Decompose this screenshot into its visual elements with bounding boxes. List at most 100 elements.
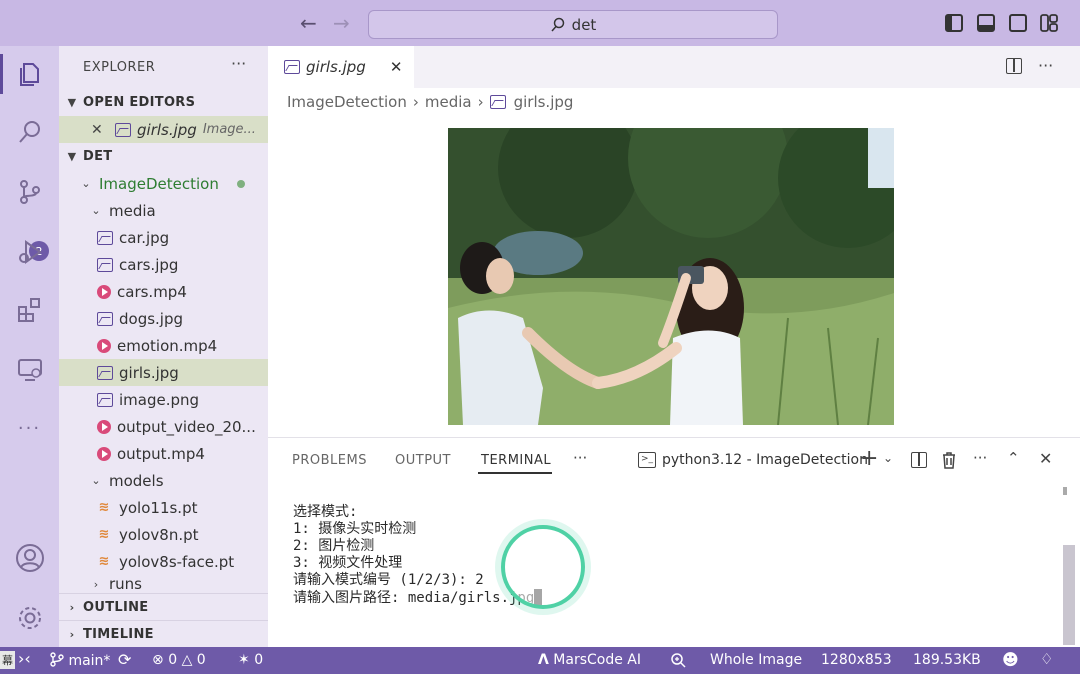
file-car-jpg[interactable]: car.jpg [59,224,268,251]
tab-girls-jpg[interactable]: girls.jpg ✕ [268,46,414,88]
zoom-icon[interactable] [670,652,686,669]
branch-item[interactable]: main* [50,652,110,669]
toggle-panel-icon[interactable] [977,14,995,32]
split-editor-icon[interactable] [1006,58,1022,74]
tab-problems[interactable]: PROBLEMS [292,453,367,468]
terminal-scrollbar[interactable] [1063,545,1075,645]
image-file-icon [115,122,131,137]
panel-more-icon[interactable]: ··· [573,449,587,467]
terminal-more-icon[interactable]: ··· [973,449,987,467]
file-dogs-jpg[interactable]: dogs.jpg [59,305,268,332]
terminal-input-line: 请输入图片路径: media/girls.jpg [293,589,543,607]
warning-icon: △ [181,652,193,668]
new-terminal-icon[interactable]: + [860,446,878,471]
view-mode[interactable]: Whole Image [710,652,802,668]
file-image-png[interactable]: image.png [59,386,268,413]
folder-imagedetection[interactable]: ⌄ ImageDetection [59,170,268,197]
tab-output[interactable]: OUTPUT [395,453,451,468]
forward-arrow-icon[interactable]: → [333,12,350,34]
video-file-icon [97,338,111,353]
modified-dot [237,179,245,188]
image-file-icon [489,95,506,109]
model-file-icon: ≋ [98,554,110,569]
maximize-panel-icon[interactable]: ⌃ [1007,449,1020,467]
breadcrumb-file[interactable]: girls.jpg [514,93,574,111]
close-panel-icon[interactable]: ✕ [1039,449,1052,468]
file-yolo11s[interactable]: ≋ yolo11s.pt [59,494,268,521]
click-indicator [501,525,585,609]
outline-header[interactable]: › OUTLINE [59,593,268,620]
toggle-secondary-sidebar-icon[interactable] [1009,14,1027,32]
more-views-icon[interactable]: ··· [0,406,59,450]
open-editor-girls[interactable]: ✕ girls.jpg Image... [59,116,268,143]
timeline-header[interactable]: › TIMELINE [59,620,268,647]
source-control-icon[interactable] [0,170,59,214]
split-terminal-icon[interactable] [911,452,927,468]
file-output-video[interactable]: output_video_20... [59,413,268,440]
toggle-primary-sidebar-icon[interactable] [945,14,963,32]
account-icon[interactable] [0,536,59,580]
broadcast-icon: ✶ [238,652,250,668]
terminal-line: 选择模式: [293,504,358,520]
breadcrumb-subfolder[interactable]: media [425,93,472,111]
photo-illustration [448,128,894,425]
run-debug-icon[interactable] [0,230,59,274]
chevron-down-icon: ⌄ [81,177,91,190]
editor-tab-strip: girls.jpg ✕ ··· [268,46,1080,88]
image-file-icon [97,230,113,245]
breadcrumb-folder[interactable]: ImageDetection [287,93,407,111]
terminal-name[interactable]: python3.12 - ImageDetection [662,452,868,468]
terminal-icon: >_ [638,452,656,468]
folder-media[interactable]: ⌄ media [59,197,268,224]
remote-explorer-icon[interactable] [0,348,59,392]
search-icon[interactable] [0,110,59,154]
marscode-item[interactable]: Λ MarsCode AI [538,652,641,668]
trash-icon[interactable] [941,451,957,469]
breadcrumb: ImageDetection › media › girls.jpg [287,93,573,111]
file-emotion-mp4[interactable]: emotion.mp4 [59,332,268,359]
chevron-down-icon[interactable]: ⌄ [883,451,893,465]
settings-gear-icon[interactable] [0,596,59,640]
det-header[interactable]: ▼ DET [59,143,268,170]
file-yolov8n[interactable]: ≋ yolov8n.pt [59,521,268,548]
extensions-icon[interactable] [0,288,59,332]
close-icon[interactable]: ✕ [91,122,105,138]
open-editors-header[interactable]: ▼ OPEN EDITORS [59,89,268,116]
file-cars-mp4[interactable]: cars.mp4 [59,278,268,305]
branch-icon [50,652,64,667]
remote-icon[interactable]: ›‹ [18,649,31,668]
folder-models[interactable]: ⌄ models [59,467,268,494]
notifications-bell-icon[interactable]: ♢ [1040,650,1053,668]
chevron-right-icon: › [69,627,75,641]
video-file-icon [97,446,111,461]
explorer-title: EXPLORER [83,60,156,75]
file-cars-jpg[interactable]: cars.jpg [59,251,268,278]
title-bar: ← → det [0,0,1080,46]
ports-item[interactable]: ✶ 0 [238,652,263,668]
folder-runs[interactable]: › runs [59,574,268,594]
activity-bar: 2 ··· [0,46,59,647]
close-icon[interactable]: ✕ [390,58,403,76]
copilot-icon[interactable]: ☻ [1002,650,1019,669]
editor-more-icon[interactable]: ··· [1038,56,1053,75]
file-girls-jpg[interactable]: girls.jpg [59,359,268,386]
file-output-mp4[interactable]: output.mp4 [59,440,268,467]
command-search[interactable]: det [368,10,778,39]
image-preview [448,128,894,425]
customize-layout-icon[interactable] [1040,14,1058,32]
explorer-icon[interactable] [0,52,59,96]
sync-icon[interactable]: ⟳ [118,650,131,669]
video-file-icon [97,419,111,434]
chevron-right-icon: › [412,93,419,111]
active-tab-underline [478,472,552,474]
search-text: det [571,15,597,34]
back-arrow-icon[interactable]: ← [300,12,317,34]
tab-terminal[interactable]: TERMINAL [481,453,551,468]
chevron-right-icon: › [93,577,99,591]
problems-item[interactable]: ⊗ 0 △ 0 [152,652,206,668]
overlay-glyph: 幕 [0,651,15,669]
chevron-right-icon: › [69,600,75,614]
explorer-more-icon[interactable]: ··· [231,54,246,73]
model-file-icon: ≋ [98,527,110,542]
file-yolov8s-face[interactable]: ≋ yolov8s-face.pt [59,548,268,575]
